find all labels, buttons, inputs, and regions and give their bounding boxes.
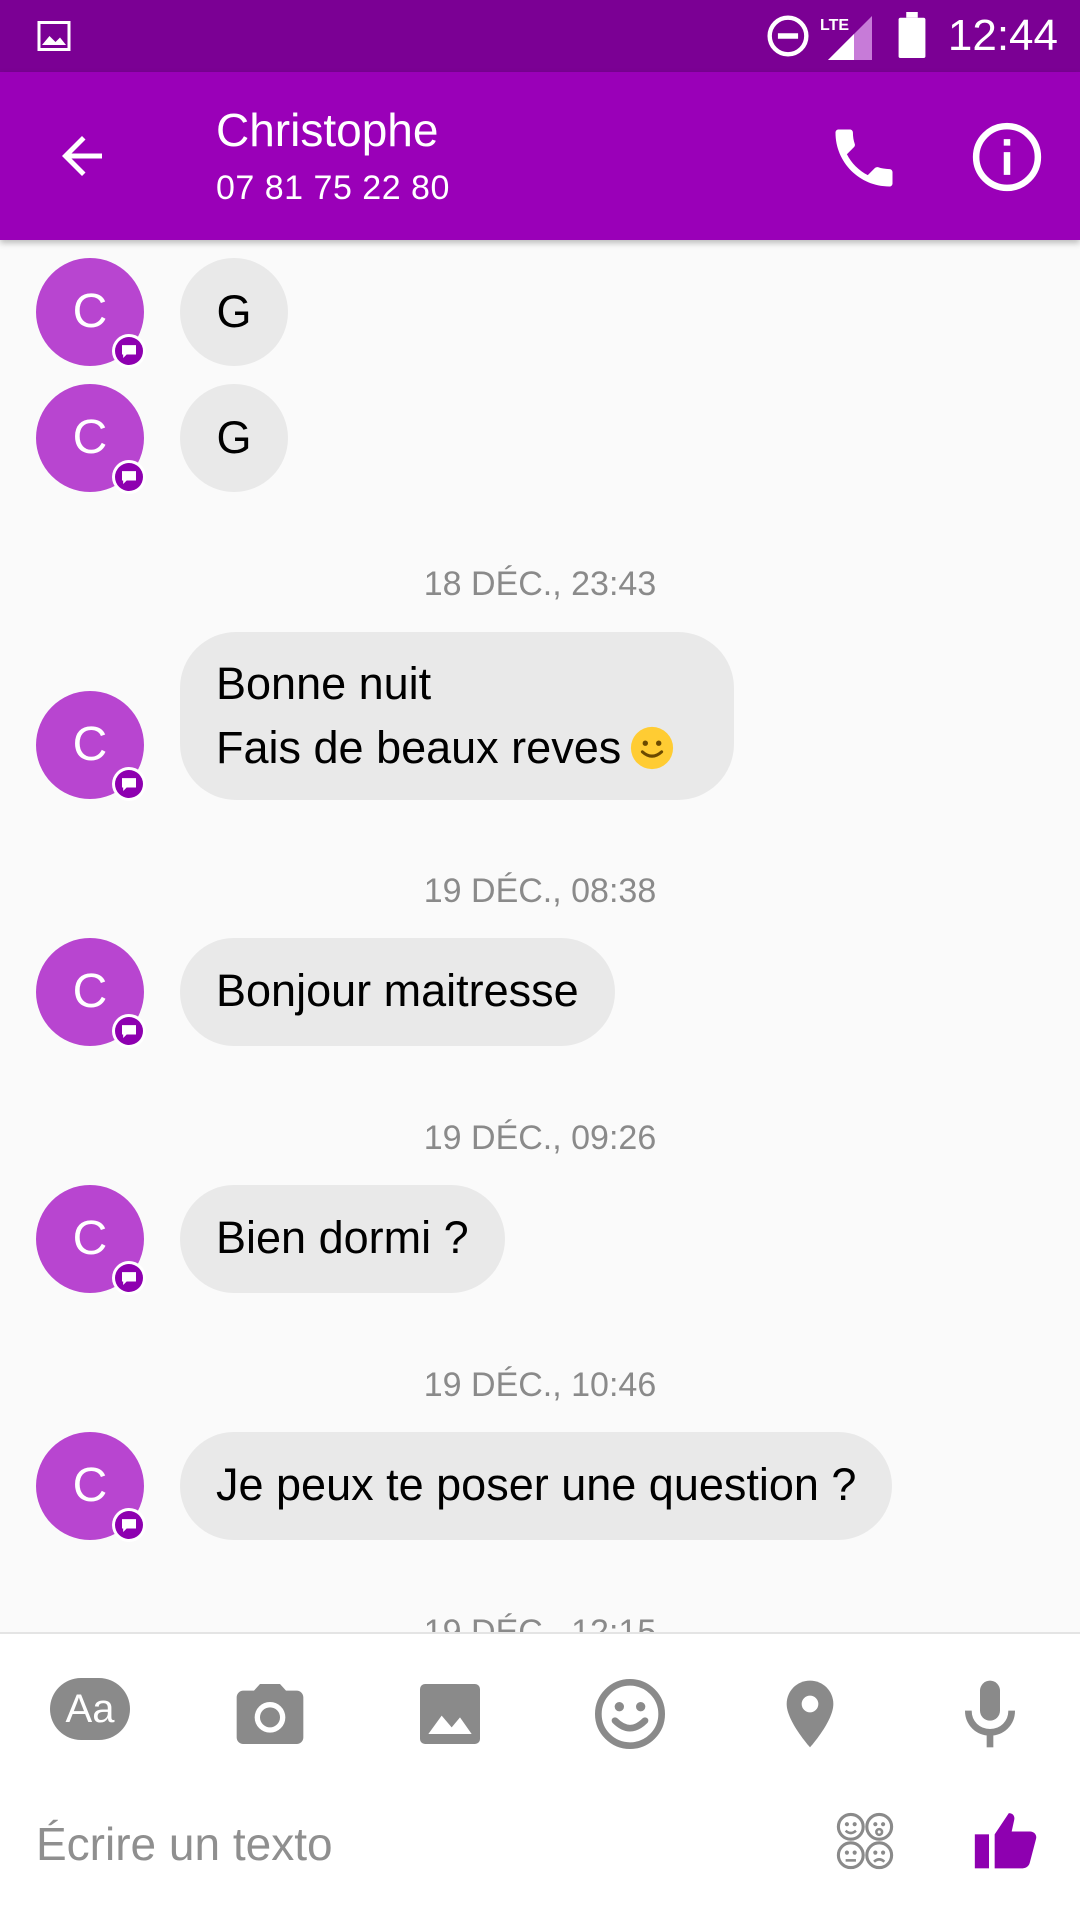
lte-signal-icon: LTE <box>820 16 872 60</box>
message-bubble[interactable]: Je peux te poser une question ? <box>180 1432 893 1540</box>
message-line: Bonne nuit <box>216 658 432 709</box>
message-bubble[interactable]: G <box>180 384 288 492</box>
smiling-face-icon <box>631 726 674 770</box>
location-icon[interactable] <box>770 1674 850 1754</box>
message-timestamp: 19 DÉC., 12:15 <box>423 1613 657 1632</box>
messenger-badge-icon <box>112 1014 146 1048</box>
emoji-icon[interactable] <box>590 1674 670 1754</box>
svg-text:LTE: LTE <box>820 17 849 34</box>
info-icon[interactable] <box>968 118 1046 196</box>
message-timestamp: 19 DÉC., 08:38 <box>423 872 657 910</box>
thumbs-up-icon[interactable] <box>972 1806 1040 1874</box>
contact-avatar[interactable]: C <box>36 1432 146 1542</box>
contact-avatar[interactable]: C <box>36 938 146 1048</box>
text-format-icon[interactable]: Aa <box>50 1678 130 1740</box>
conversation-toolbar: Christophe 07 81 75 22 80 <box>0 72 1080 240</box>
do-not-disturb-icon <box>767 15 809 57</box>
avatar-initial: C <box>72 718 108 771</box>
message-bubble[interactable]: Bonne nuit Fais de beaux reves <box>180 632 734 800</box>
avatar-initial: C <box>72 1459 108 1512</box>
avatar-initial: C <box>72 285 108 338</box>
messenger-badge-icon <box>112 767 146 801</box>
status-time: 12:44 <box>947 11 1058 60</box>
contact-avatar[interactable]: C <box>36 384 146 494</box>
message-bubble[interactable]: Bien dormi ? <box>180 1185 505 1293</box>
avatar-initial: C <box>72 965 108 1018</box>
contact-avatar[interactable]: C <box>36 258 146 368</box>
avatar-initial: C <box>72 411 108 464</box>
message-line-with-emoji: Fais de beaux reves <box>216 716 698 780</box>
message-timestamp: 18 DÉC., 23:43 <box>423 565 657 603</box>
contact-avatar[interactable]: C <box>36 1185 146 1295</box>
message-list[interactable]: C G C G 18 DÉC., 23:43 C Bonne nuit Fais… <box>0 240 1080 1632</box>
contact-name[interactable]: Christophe <box>216 102 438 158</box>
back-arrow-icon[interactable] <box>52 126 112 186</box>
messenger-badge-icon <box>112 1508 146 1542</box>
messenger-badge-icon <box>112 334 146 368</box>
status-bar: LTE 12:44 <box>0 0 1080 72</box>
message-input[interactable] <box>36 1804 796 1884</box>
contact-avatar[interactable]: C <box>36 691 146 801</box>
microphone-icon[interactable] <box>950 1674 1030 1754</box>
avatar-initial: C <box>72 1212 108 1265</box>
phone-call-icon[interactable] <box>826 120 902 196</box>
message-composer: Aa <box>0 1632 1080 1920</box>
contact-phone-number: 07 81 75 22 80 <box>216 169 450 207</box>
message-line: Fais de beaux reves <box>216 722 622 773</box>
sticker-pack-icon[interactable] <box>834 1810 896 1872</box>
image-icon[interactable] <box>410 1674 490 1754</box>
message-bubble[interactable]: G <box>180 258 288 366</box>
camera-icon[interactable] <box>230 1674 310 1754</box>
messenger-badge-icon <box>112 1261 146 1295</box>
messenger-badge-icon <box>112 460 146 494</box>
message-timestamp: 19 DÉC., 10:46 <box>423 1366 657 1404</box>
message-bubble[interactable]: Bonjour maitresse <box>180 938 615 1046</box>
gallery-icon <box>37 21 71 51</box>
message-timestamp: 19 DÉC., 09:26 <box>423 1119 657 1157</box>
battery-icon <box>898 12 926 58</box>
